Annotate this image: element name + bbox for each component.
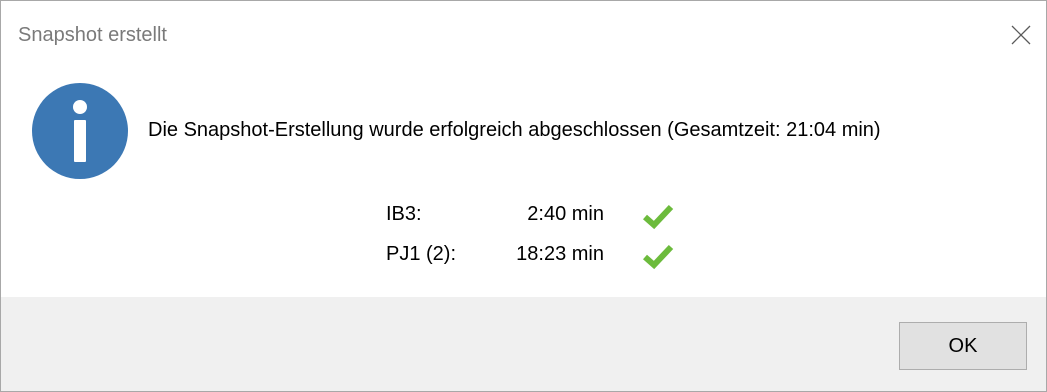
result-time: 2:40 min bbox=[527, 203, 604, 225]
close-icon bbox=[1011, 25, 1031, 45]
message-dialog: Snapshot erstellt Die Snapshot-Erstellun… bbox=[0, 0, 1047, 392]
dialog-title: Snapshot erstellt bbox=[18, 24, 167, 46]
button-bar: OK bbox=[1, 297, 1046, 391]
checkmark-icon bbox=[643, 244, 674, 270]
info-icon bbox=[32, 83, 128, 179]
result-row-ib3: IB3: 2:40 min bbox=[1, 201, 1046, 233]
dialog-message: Die Snapshot-Erstellung wurde erfolgreic… bbox=[148, 119, 881, 141]
title-bar: Snapshot erstellt bbox=[1, 1, 1046, 63]
result-name: IB3: bbox=[386, 203, 422, 225]
result-row-pj1: PJ1 (2): 18:23 min bbox=[1, 241, 1046, 273]
checkmark-icon bbox=[643, 204, 674, 230]
result-time: 18:23 min bbox=[516, 243, 604, 265]
ok-button[interactable]: OK bbox=[899, 322, 1027, 370]
result-name: PJ1 (2): bbox=[386, 243, 457, 265]
close-button[interactable] bbox=[998, 15, 1044, 55]
